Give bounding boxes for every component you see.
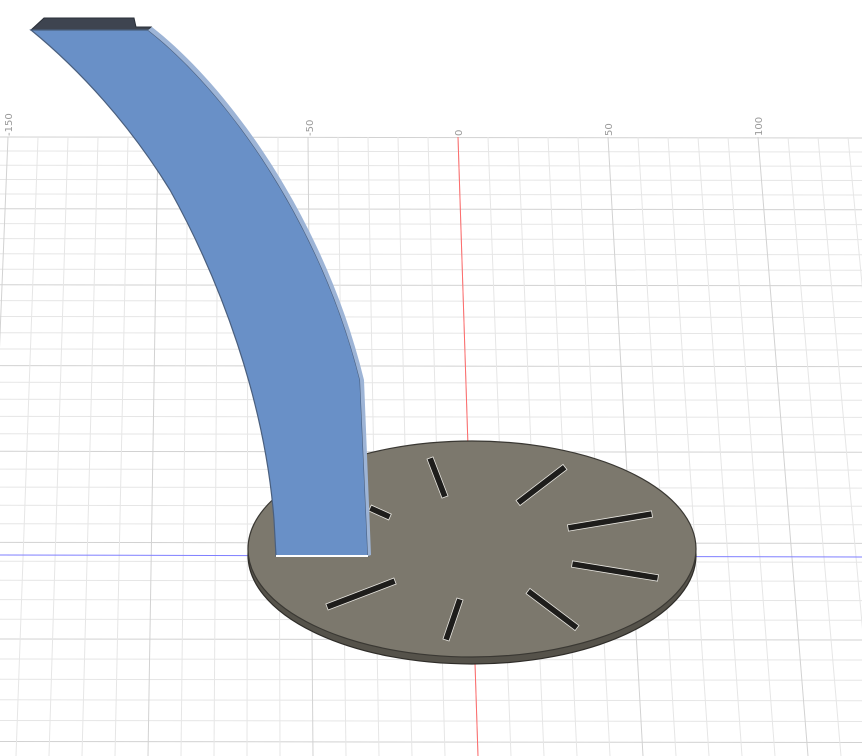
ruler-label-minus50: -50: [305, 120, 316, 136]
arc-bracket[interactable]: [29, 17, 371, 557]
grid-line-h: [0, 164, 862, 167]
arc-bracket-face: [29, 29, 369, 557]
grid-line-v: [667, 136, 710, 756]
arc-bracket-top-cap: [29, 17, 153, 31]
grid-line-h: [0, 136, 862, 139]
grid-line-h: [0, 398, 862, 401]
grid-line-v: [847, 136, 862, 290]
ruler-label-0: 0: [454, 130, 465, 136]
ruler-label-50: 50: [604, 123, 615, 136]
grid-line-h: [0, 150, 862, 153]
grid-line-v: [15, 136, 39, 756]
grid-line-v: [637, 136, 677, 756]
grid-line-v: [757, 136, 809, 756]
grid-line-v: [147, 136, 159, 756]
grid-line-h: [0, 348, 862, 351]
grid-line-v: [81, 136, 99, 756]
grid-line-h: [0, 678, 862, 681]
grid-line-v: [48, 136, 69, 756]
grid-line-v: [0, 136, 9, 348]
grid-line-h: [0, 720, 862, 722]
grid-line-v: [367, 136, 380, 756]
grid-line-h: [0, 381, 862, 384]
grid-line-v: [607, 136, 644, 756]
grid-line-h: [0, 433, 862, 436]
grid-line-h: [0, 223, 862, 226]
ruler-label-100: 100: [754, 117, 765, 136]
grid-line-h: [0, 179, 862, 181]
grid-line-h: [0, 300, 862, 303]
grid-line-h: [0, 332, 862, 335]
grid-line-h: [0, 208, 862, 211]
ruler-label-minus150: -150: [4, 113, 15, 136]
grid-line-h: [0, 699, 862, 702]
grid-line-v: [577, 136, 611, 756]
grid-line-v: [547, 136, 578, 756]
grid-line-v: [114, 136, 129, 756]
grid-line-v: [787, 136, 842, 756]
grid-line-h: [0, 415, 862, 418]
grid-line-h: [0, 268, 862, 271]
grid-line-h: [0, 741, 862, 743]
grid-line-h: [0, 316, 862, 318]
grid-line-v: [817, 136, 862, 629]
grid-line-h: [0, 365, 862, 368]
3d-viewport[interactable]: -150 -50 0 50 100: [0, 0, 862, 756]
grid-line-h: [0, 284, 862, 287]
grid-line-v: [180, 136, 189, 756]
